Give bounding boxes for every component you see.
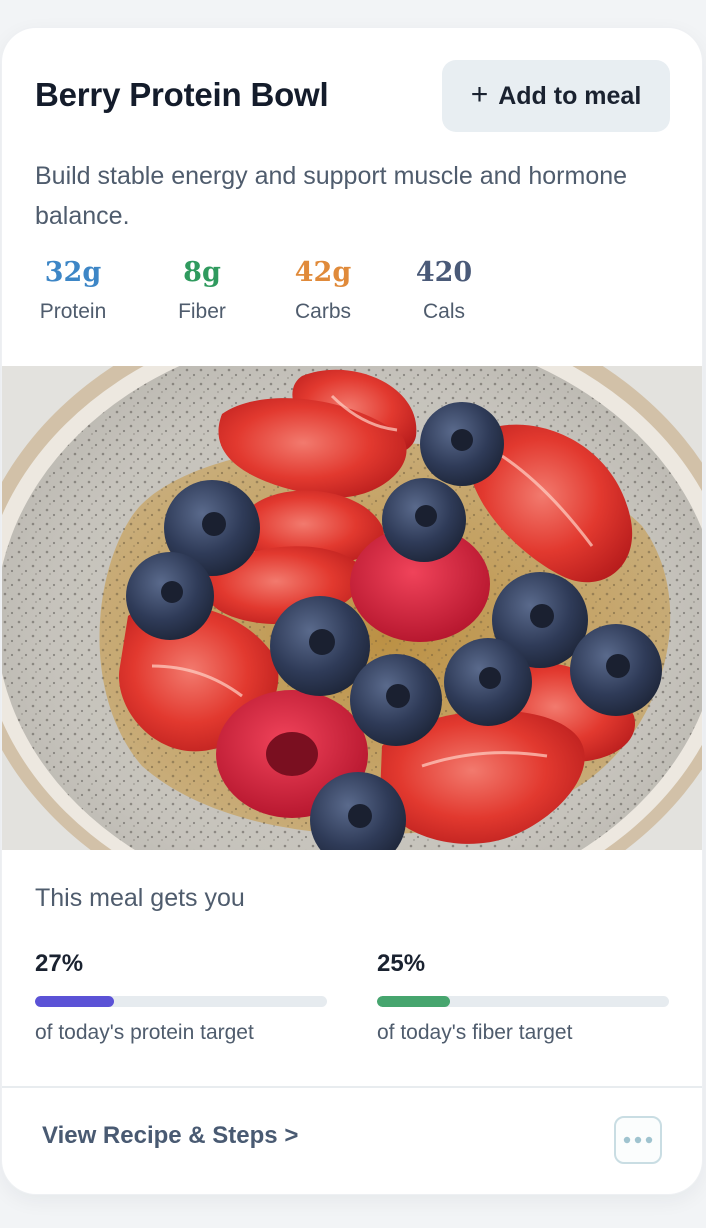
meal-description: Build stable energy and support muscle a… <box>35 162 628 230</box>
fiber-progress: 25% of today's fiber target <box>377 950 669 1045</box>
protein-caption: of today's protein target <box>35 1021 254 1044</box>
macro-label: Cals <box>422 300 465 323</box>
divider <box>2 1086 702 1088</box>
macro-calories: 420 Cals <box>411 256 477 324</box>
add-to-meal-button[interactable]: + Add to meal <box>442 60 670 132</box>
protein-progress: 27% of today's protein target <box>35 950 327 1045</box>
meal-title: Berry Protein Bowl <box>35 76 329 113</box>
macro-carbs: 42g Carbs <box>287 256 359 324</box>
macro-value: 32g <box>44 257 102 288</box>
protein-percent: 27% <box>35 950 84 977</box>
protein-progress-fill <box>35 996 114 1007</box>
fiber-progress-track <box>377 996 669 1007</box>
meal-card: Berry Protein Bowl + Add to meal Build s… <box>2 28 702 1194</box>
fiber-percent: 25% <box>377 950 426 977</box>
macro-protein: 32g Protein <box>35 256 111 324</box>
more-options-button[interactable] <box>614 1116 662 1164</box>
macro-fiber: 8g Fiber <box>167 256 237 324</box>
progress-heading: This meal gets you <box>35 884 245 912</box>
macro-value: 42g <box>294 257 352 288</box>
fiber-progress-fill <box>377 996 450 1007</box>
macro-value: 420 <box>415 257 473 288</box>
meal-photo <box>2 366 702 850</box>
macro-label: Fiber <box>178 300 226 323</box>
view-recipe-link[interactable]: View Recipe & Steps > <box>42 1122 298 1150</box>
fiber-caption: of today's fiber target <box>377 1021 573 1044</box>
macro-label: Protein <box>39 300 107 323</box>
macro-label: Carbs <box>294 300 352 323</box>
more-dots-icon <box>623 1136 653 1144</box>
berry-bowl-image <box>2 366 702 850</box>
add-to-meal-label: Add to meal <box>498 81 642 110</box>
plus-icon: + <box>470 78 489 111</box>
protein-progress-track <box>35 996 327 1007</box>
macro-value: 8g <box>183 257 221 288</box>
